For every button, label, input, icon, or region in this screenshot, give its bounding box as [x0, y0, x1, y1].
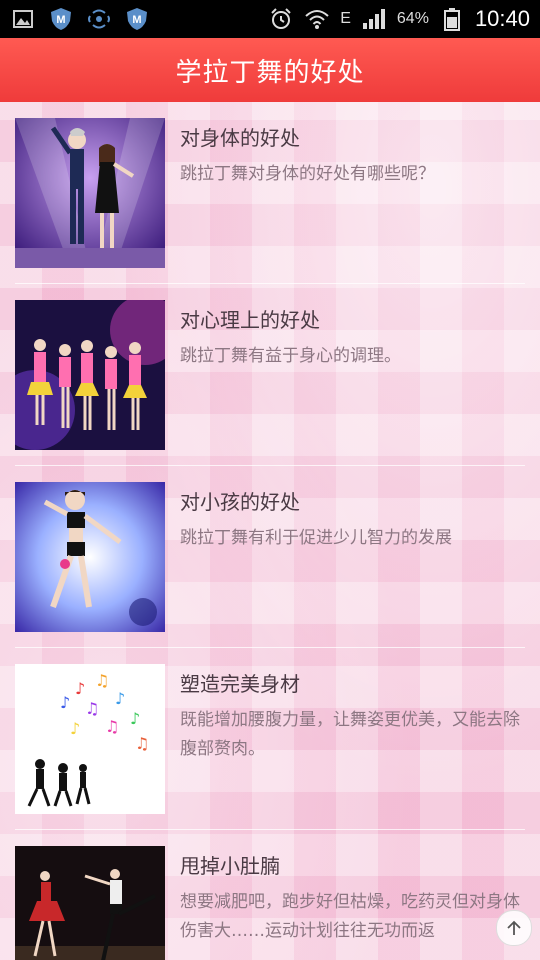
scroll-to-top-button[interactable] — [496, 910, 532, 946]
clock: 10:40 — [474, 6, 530, 31]
shield-m-icon: M — [48, 7, 74, 31]
svg-text:♪: ♪ — [60, 693, 70, 712]
stage-dancers-image — [15, 846, 165, 960]
battery-icon — [439, 7, 465, 31]
dancing-couple-image — [15, 118, 165, 268]
signal-icon — [361, 7, 387, 31]
list-item[interactable]: 对小孩的好处 跳拉丁舞有利于促进少儿智力的发展 — [0, 466, 540, 636]
item-title: 塑造完美身材 — [180, 672, 300, 696]
title-bar: 学拉丁舞的好处 — [0, 38, 540, 102]
group-dancers-image — [15, 300, 165, 450]
list-item[interactable]: ♪ ♫ ♪ ♫ ♪ ♫ ♪ ♫ ♪ 塑造完美身材 既能增加腰腹力量，让舞姿更优美… — [0, 648, 540, 818]
item-description: 跳拉丁舞有益于身心的调理。 — [180, 346, 401, 366]
network-type: E — [340, 10, 351, 27]
svg-text:♫: ♫ — [85, 699, 99, 718]
item-description: 跳拉丁舞有利于促进少儿智力的发展 — [180, 528, 452, 548]
wifi-hotspot-icon — [86, 7, 112, 31]
item-description: 想要减肥吧，跑步好但枯燥，吃药灵但对身体伤害大……运动计划往往无功而返 — [180, 892, 520, 941]
list-item[interactable]: 对身体的好处 跳拉丁舞对身体的好处有哪些呢？ — [0, 102, 540, 272]
shield-m-icon: M — [124, 7, 150, 31]
svg-text:♪: ♪ — [130, 709, 140, 728]
arrow-up-icon — [507, 920, 521, 935]
svg-text:M: M — [132, 14, 141, 26]
music-notes-silhouettes-image: ♪ ♫ ♪ ♫ ♪ ♫ ♪ ♫ ♪ — [15, 664, 165, 814]
svg-text:♪: ♪ — [115, 689, 125, 708]
list-item[interactable]: 甩掉小肚腩 想要减肥吧，跑步好但枯燥，吃药灵但对身体伤害大……运动计划往往无功而… — [0, 830, 540, 960]
content-area: 对身体的好处 跳拉丁舞对身体的好处有哪些呢？ 对心理上的好处 跳拉丁舞有益于身心… — [0, 102, 540, 960]
alarm-icon — [268, 7, 294, 31]
wifi-icon — [304, 7, 330, 31]
svg-text:♪: ♪ — [70, 719, 80, 738]
item-description: 跳拉丁舞对身体的好处有哪些呢？ — [180, 164, 435, 184]
status-bar: M M E 64% 10:40 — [0, 0, 540, 38]
svg-text:♫: ♫ — [135, 734, 149, 753]
battery-percent: 64% — [396, 10, 429, 27]
svg-text:M: M — [56, 14, 65, 26]
child-dancer-image — [15, 482, 165, 632]
item-title: 甩掉小肚腩 — [180, 854, 280, 878]
svg-text:♫: ♫ — [95, 671, 109, 690]
item-description: 既能增加腰腹力量，让舞姿更优美，又能去除腹部赘肉。 — [180, 710, 520, 759]
page-title: 学拉丁舞的好处 — [175, 57, 365, 88]
list-item[interactable]: 对心理上的好处 跳拉丁舞有益于身心的调理。 — [0, 284, 540, 454]
image-icon — [10, 7, 36, 31]
item-title: 对心理上的好处 — [180, 308, 320, 332]
item-title: 对身体的好处 — [180, 126, 300, 150]
item-title: 对小孩的好处 — [180, 490, 300, 514]
svg-text:♪: ♪ — [75, 679, 85, 698]
svg-text:♫: ♫ — [105, 717, 119, 736]
